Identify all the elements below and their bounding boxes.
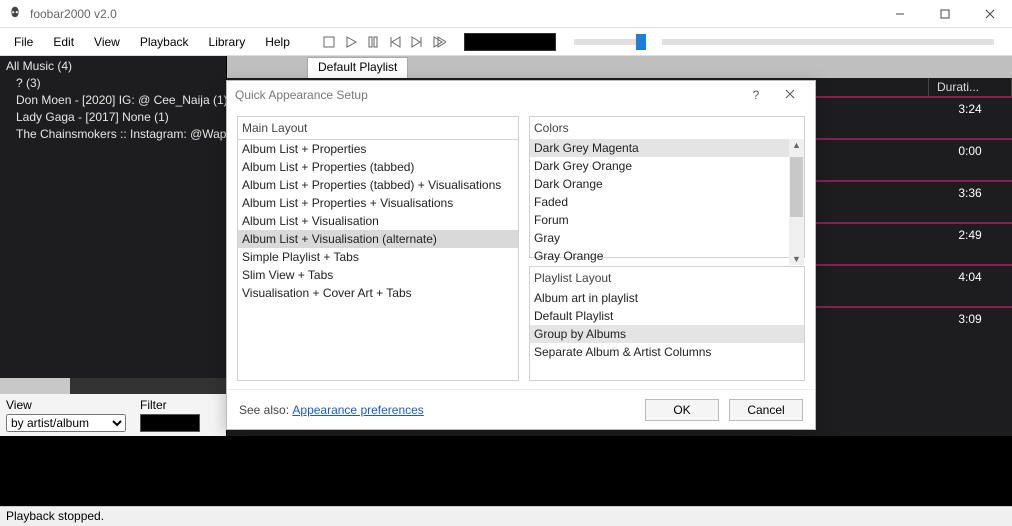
pause-button[interactable] (364, 33, 382, 51)
view-select[interactable]: by artist/album (6, 414, 126, 432)
app-icon (6, 5, 24, 23)
see-also-label: See also: (239, 403, 289, 417)
list-item[interactable]: Faded (530, 193, 804, 211)
cancel-button[interactable]: Cancel (729, 399, 803, 421)
tree-item[interactable]: Lady Gaga - [2017] None (1) (6, 109, 220, 126)
tree-item[interactable]: The Chainsmokers :: Instagram: @Wap (6, 126, 220, 143)
list-item[interactable]: Album List + Properties (238, 140, 518, 158)
tree-item[interactable]: Don Moen - [2020] IG: @ Cee_Naija (1) (6, 92, 220, 109)
random-button[interactable] (430, 33, 448, 51)
prev-button[interactable] (386, 33, 404, 51)
list-item[interactable]: Album List + Properties (tabbed) + Visua… (238, 176, 518, 194)
menu-edit[interactable]: Edit (43, 33, 84, 51)
main-layout-list[interactable]: Album List + Properties Album List + Pro… (237, 139, 519, 381)
view-label: View (6, 398, 126, 412)
list-item[interactable]: Visualisation + Cover Art + Tabs (238, 284, 518, 302)
menu-playback[interactable]: Playback (130, 33, 199, 51)
oscilloscope (464, 33, 556, 51)
menu-bar: File Edit View Playback Library Help (0, 28, 1012, 56)
status-bar: Playback stopped. (0, 506, 1012, 526)
dialog-close-button[interactable] (773, 88, 807, 102)
tree-item[interactable]: ? (3) (6, 75, 220, 92)
list-item[interactable]: Album List + Visualisation (alternate) (238, 230, 518, 248)
maximize-button[interactable] (922, 0, 967, 28)
colors-list[interactable]: Dark Grey Magenta Dark Grey Orange Dark … (530, 139, 804, 265)
playlist-tab[interactable]: Default Playlist (307, 57, 408, 78)
menu-library[interactable]: Library (199, 33, 256, 51)
next-button[interactable] (408, 33, 426, 51)
menu-help[interactable]: Help (255, 33, 300, 51)
playlist-layout-list[interactable]: Album art in playlist Default Playlist G… (530, 289, 804, 380)
list-item[interactable]: Separate Album & Artist Columns (530, 343, 804, 361)
stop-button[interactable] (320, 33, 338, 51)
playlist-layout-header: Playlist Layout (530, 267, 804, 289)
list-item[interactable]: Slim View + Tabs (238, 266, 518, 284)
column-duration[interactable]: Durati... (928, 78, 1012, 96)
bottom-visualization (0, 436, 1012, 506)
volume-slider[interactable] (574, 39, 644, 45)
list-item[interactable]: Dark Grey Orange (530, 157, 804, 175)
ok-button[interactable]: OK (645, 399, 719, 421)
menu-view[interactable]: View (84, 33, 130, 51)
list-item[interactable]: Gray Orange (530, 247, 804, 265)
close-button[interactable] (967, 0, 1012, 28)
play-button[interactable] (342, 33, 360, 51)
dialog-help-button[interactable]: ? (739, 88, 773, 102)
list-item[interactable]: Album List + Visualisation (238, 212, 518, 230)
library-sidebar: All Music (4) ? (3) Don Moen - [2020] IG… (0, 56, 227, 436)
scroll-down-icon[interactable]: ▼ (792, 254, 801, 264)
main-layout-header: Main Layout (237, 116, 519, 139)
tree-hscroll[interactable] (0, 378, 226, 394)
list-item[interactable]: Simple Playlist + Tabs (238, 248, 518, 266)
filter-input[interactable] (140, 414, 200, 432)
appearance-preferences-link[interactable]: Appearance preferences (292, 403, 423, 417)
dialog-title: Quick Appearance Setup (235, 88, 368, 102)
list-item[interactable]: Album List + Properties (tabbed) (238, 158, 518, 176)
filter-label: Filter (140, 398, 200, 412)
window-title: foobar2000 v2.0 (30, 7, 117, 21)
scroll-up-icon[interactable]: ▲ (792, 140, 801, 150)
colors-header: Colors (530, 117, 804, 139)
quick-appearance-dialog: Quick Appearance Setup ? Main Layout Alb… (226, 80, 816, 430)
list-item[interactable]: Forum (530, 211, 804, 229)
list-item[interactable]: Album List + Properties + Visualisations (238, 194, 518, 212)
list-item[interactable]: Album art in playlist (530, 289, 804, 307)
list-item[interactable]: Gray (530, 229, 804, 247)
list-item[interactable]: Group by Albums (530, 325, 804, 343)
tree-root[interactable]: All Music (4) (6, 58, 220, 75)
list-item[interactable]: Default Playlist (530, 307, 804, 325)
title-bar: foobar2000 v2.0 (0, 0, 1012, 28)
minimize-button[interactable] (877, 0, 922, 28)
library-tree[interactable]: All Music (4) ? (3) Don Moen - [2020] IG… (0, 56, 226, 378)
list-item[interactable]: Dark Grey Magenta (530, 139, 804, 157)
list-item[interactable]: Dark Orange (530, 175, 804, 193)
colors-scrollbar[interactable]: ▲ ▼ (789, 139, 804, 265)
seek-bar[interactable] (662, 39, 994, 45)
menu-file[interactable]: File (4, 33, 43, 51)
